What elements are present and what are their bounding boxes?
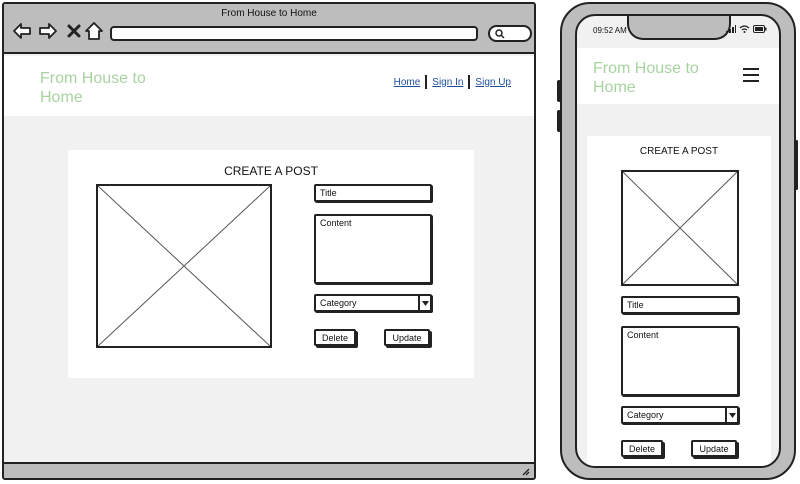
address-bar[interactable] bbox=[110, 26, 478, 41]
wifi-icon bbox=[739, 25, 750, 33]
signal-icon bbox=[726, 25, 736, 33]
category-select[interactable]: Category bbox=[314, 294, 432, 312]
chevron-down-icon[interactable] bbox=[418, 296, 430, 310]
phone-side-button bbox=[557, 110, 561, 132]
phone-side-button bbox=[557, 80, 561, 102]
phone-power-button bbox=[795, 140, 798, 190]
browser-toolbar: From House to Home bbox=[4, 4, 534, 54]
status-time: 09:52 AM bbox=[593, 26, 627, 35]
category-label: Category bbox=[320, 298, 357, 308]
resize-grip-icon[interactable] bbox=[520, 466, 530, 476]
nav-sign-in-link[interactable]: Sign In bbox=[427, 77, 468, 88]
home-icon[interactable] bbox=[84, 21, 104, 41]
mobile-category-label: Category bbox=[627, 410, 664, 420]
search-icon bbox=[495, 29, 505, 39]
mobile-content-textarea[interactable]: Content bbox=[621, 326, 739, 396]
battery-icon bbox=[753, 25, 767, 33]
title-placeholder: Title bbox=[320, 188, 337, 198]
mobile-form-title: CREATE A POST bbox=[639, 146, 719, 157]
mobile-image-placeholder[interactable] bbox=[621, 170, 739, 286]
nav-home-link[interactable]: Home bbox=[389, 77, 426, 88]
hamburger-menu-icon[interactable] bbox=[743, 68, 759, 82]
mobile-delete-button[interactable]: Delete bbox=[621, 440, 663, 457]
content-textarea[interactable]: Content bbox=[314, 214, 432, 284]
window-title: From House to Home bbox=[221, 8, 317, 19]
site-header: From House to Home Home Sign In Sign Up bbox=[4, 56, 534, 116]
forward-arrow-icon[interactable] bbox=[38, 21, 58, 41]
mobile-title-placeholder: Title bbox=[627, 300, 644, 310]
mobile-create-post-panel: CREATE A POST Title Content Category Del… bbox=[587, 136, 771, 466]
mobile-header: From House to Home bbox=[577, 48, 779, 104]
top-nav: Home Sign In Sign Up bbox=[389, 75, 516, 89]
image-placeholder[interactable] bbox=[96, 184, 272, 348]
status-icons bbox=[726, 25, 767, 33]
title-input[interactable]: Title bbox=[314, 184, 432, 202]
mobile-content-placeholder: Content bbox=[627, 330, 659, 340]
mobile-update-button[interactable]: Update bbox=[691, 440, 737, 457]
browser-window: From House to Home From House to Home Ho… bbox=[2, 2, 536, 480]
form-title: CREATE A POST bbox=[224, 164, 318, 178]
create-post-panel: CREATE A POST Title Content Category Del… bbox=[68, 150, 474, 378]
content-placeholder: Content bbox=[320, 218, 352, 228]
phone-screen: 09:52 AM From House to Home CREATE A POS… bbox=[575, 14, 781, 468]
delete-button[interactable]: Delete bbox=[314, 329, 356, 346]
site-logo[interactable]: From House to Home bbox=[40, 69, 150, 107]
phone-notch bbox=[627, 16, 731, 40]
update-button[interactable]: Update bbox=[384, 329, 430, 346]
mobile-site-logo[interactable]: From House to Home bbox=[593, 59, 703, 97]
search-button[interactable] bbox=[488, 25, 532, 42]
mobile-category-select[interactable]: Category bbox=[621, 406, 739, 424]
close-icon[interactable] bbox=[64, 21, 84, 41]
back-arrow-icon[interactable] bbox=[12, 21, 32, 41]
chevron-down-icon[interactable] bbox=[725, 408, 737, 422]
nav-sign-up-link[interactable]: Sign Up bbox=[470, 77, 516, 88]
browser-status-bar bbox=[4, 462, 534, 478]
mobile-title-input[interactable]: Title bbox=[621, 296, 739, 314]
